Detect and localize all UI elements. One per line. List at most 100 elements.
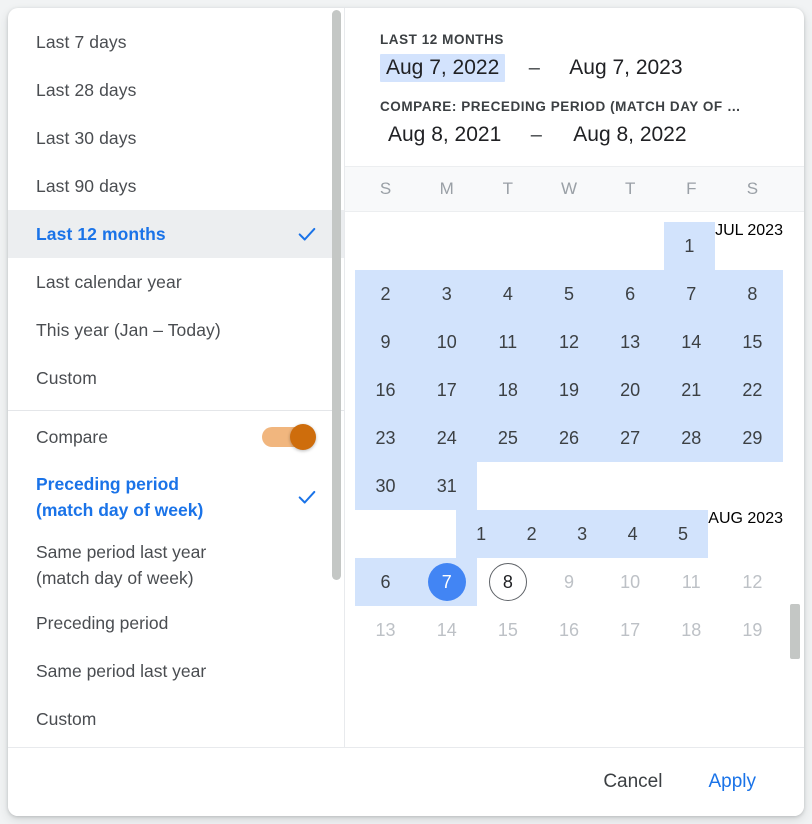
calendar-day-cell[interactable]: 24	[416, 414, 477, 462]
calendar-day-cell[interactable]: 19	[538, 366, 599, 414]
calendar-day-cell[interactable]: 8	[477, 558, 538, 606]
calendar-day-cell[interactable]: 9	[355, 318, 416, 366]
calendar-day-cell[interactable]: 28	[661, 414, 722, 462]
calendar-empty-cell	[355, 222, 406, 270]
calendar-week-row: 12345AUG 2023	[355, 510, 783, 558]
calendar-day-number: 18	[672, 611, 710, 649]
presets-scroll-area[interactable]: Last 7 daysLast 28 daysLast 30 daysLast …	[8, 8, 344, 747]
calendar-day-cell[interactable]: 2	[506, 510, 556, 558]
calendar-day-cell[interactable]: 10	[600, 558, 661, 606]
preset-item-3[interactable]: Last 90 days	[8, 162, 344, 210]
calendar-day-cell[interactable]: 26	[538, 414, 599, 462]
calendar-day-cell[interactable]: 29	[722, 414, 783, 462]
calendar-day-cell[interactable]: 16	[355, 366, 416, 414]
calendar-day-cell[interactable]: 5	[658, 510, 708, 558]
calendar-day-number: 7	[672, 275, 710, 313]
preset-item-4[interactable]: Last 12 months	[8, 210, 344, 258]
compare-option-2[interactable]: Preceding period	[8, 599, 344, 647]
calendar-day-cell[interactable]: 23	[355, 414, 416, 462]
calendar-day-number: 13	[611, 323, 649, 361]
primary-start-input[interactable]: Aug 7, 2022	[380, 54, 505, 82]
compare-option-1[interactable]: Same period last year (match day of week…	[8, 531, 344, 599]
calendar-day-number: 9	[550, 563, 588, 601]
calendar-day-cell[interactable]: 11	[661, 558, 722, 606]
calendar-day-cell[interactable]: 1	[456, 510, 506, 558]
calendar-day-cell[interactable]: 4	[477, 270, 538, 318]
calendar-day-number: 26	[550, 419, 588, 457]
compare-range-caption: COMPARE: PRECEDING PERIOD (MATCH DAY OF …	[380, 99, 804, 114]
preset-item-label: Last calendar year	[36, 272, 318, 293]
calendar-day-cell[interactable]: 20	[600, 366, 661, 414]
calendar-day-cell[interactable]: 12	[722, 558, 783, 606]
dialog-body: Last 7 daysLast 28 daysLast 30 daysLast …	[8, 8, 804, 747]
calendar-day-number	[489, 467, 527, 505]
calendar-day-number	[611, 467, 649, 505]
calendar-empty-cell	[722, 462, 783, 510]
calendar-day-cell[interactable]: 12	[538, 318, 599, 366]
compare-option-4[interactable]: Custom	[8, 695, 344, 743]
calendar-day-cell[interactable]: 7	[416, 558, 477, 606]
cancel-button[interactable]: Cancel	[589, 763, 676, 801]
preset-item-2[interactable]: Last 30 days	[8, 114, 344, 162]
calendar-day-number: 19	[550, 371, 588, 409]
compare-start-input[interactable]: Aug 8, 2021	[380, 121, 507, 149]
calendar-day-cell[interactable]: 6	[600, 270, 661, 318]
calendar-day-number: 14	[428, 611, 466, 649]
calendar-empty-cell	[538, 462, 599, 510]
calendar-day-cell[interactable]: 30	[355, 462, 416, 510]
primary-end-input[interactable]: Aug 7, 2023	[563, 54, 688, 82]
calendar-day-cell[interactable]: 18	[477, 366, 538, 414]
calendar-day-cell[interactable]: 15	[722, 318, 783, 366]
calendar-day-number	[413, 227, 451, 265]
preset-item-5[interactable]: Last calendar year	[8, 258, 344, 306]
calendar-day-cell[interactable]: 17	[416, 366, 477, 414]
calendar-day-cell[interactable]: 21	[661, 366, 722, 414]
calendar-day-cell[interactable]: 31	[416, 462, 477, 510]
calendar-empty-cell	[561, 222, 612, 270]
calendar-day-number: 6	[367, 563, 405, 601]
calendar-empty-cell	[612, 222, 663, 270]
preset-item-7[interactable]: Custom	[8, 354, 344, 402]
calendar-day-cell[interactable]: 2	[355, 270, 416, 318]
compare-option-0[interactable]: Preceding period (match day of week)	[8, 463, 344, 531]
calendar-day-cell[interactable]: 19	[722, 606, 783, 654]
calendar-day-cell[interactable]: 25	[477, 414, 538, 462]
compare-toggle-row[interactable]: Compare	[8, 411, 344, 463]
calendar-day-cell[interactable]: 15	[477, 606, 538, 654]
calendar-day-cell[interactable]: 13	[600, 318, 661, 366]
calendar-day-cell[interactable]: 6	[355, 558, 416, 606]
compare-end-input[interactable]: Aug 8, 2022	[565, 121, 692, 149]
calendar-day-cell[interactable]: 9	[538, 558, 599, 606]
calendar-scroll-area[interactable]: 1JUL 20232345678910111213141516171819202…	[345, 212, 804, 747]
calendar-day-cell[interactable]: 3	[416, 270, 477, 318]
calendar-day-cell[interactable]: 11	[477, 318, 538, 366]
calendar-day-cell[interactable]: 22	[722, 366, 783, 414]
calendar-day-number	[362, 227, 400, 265]
calendar-day-cell[interactable]: 4	[607, 510, 657, 558]
preset-item-6[interactable]: This year (Jan – Today)	[8, 306, 344, 354]
apply-button[interactable]: Apply	[694, 763, 770, 801]
calendar-day-cell[interactable]: 17	[600, 606, 661, 654]
calendar-day-cell[interactable]: 27	[600, 414, 661, 462]
calendar-day-cell[interactable]: 13	[355, 606, 416, 654]
preset-item-1[interactable]: Last 28 days	[8, 66, 344, 114]
calendar-day-number: 3	[563, 515, 601, 553]
calendar-day-cell[interactable]: 7	[661, 270, 722, 318]
calendar-day-cell[interactable]: 8	[722, 270, 783, 318]
compare-option-label: Custom	[36, 706, 318, 732]
calendar-day-number: 15	[489, 611, 527, 649]
calendar-day-cell[interactable]: 14	[416, 606, 477, 654]
preset-item-0[interactable]: Last 7 days	[8, 18, 344, 66]
calendar-day-cell[interactable]: 16	[538, 606, 599, 654]
calendar-day-cell[interactable]: 18	[661, 606, 722, 654]
compare-option-3[interactable]: Same period last year	[8, 647, 344, 695]
calendar-day-cell[interactable]: 5	[538, 270, 599, 318]
compare-range-dash: –	[507, 124, 565, 147]
calendar-day-cell[interactable]: 14	[661, 318, 722, 366]
compare-option-label: Preceding period	[36, 610, 318, 636]
compare-toggle-switch[interactable]	[262, 424, 316, 450]
calendar-day-cell[interactable]: 1	[664, 222, 715, 270]
calendar-day-cell[interactable]: 10	[416, 318, 477, 366]
calendar-week-row: 232425 26 272829	[355, 414, 783, 462]
calendar-day-cell[interactable]: 3	[557, 510, 607, 558]
